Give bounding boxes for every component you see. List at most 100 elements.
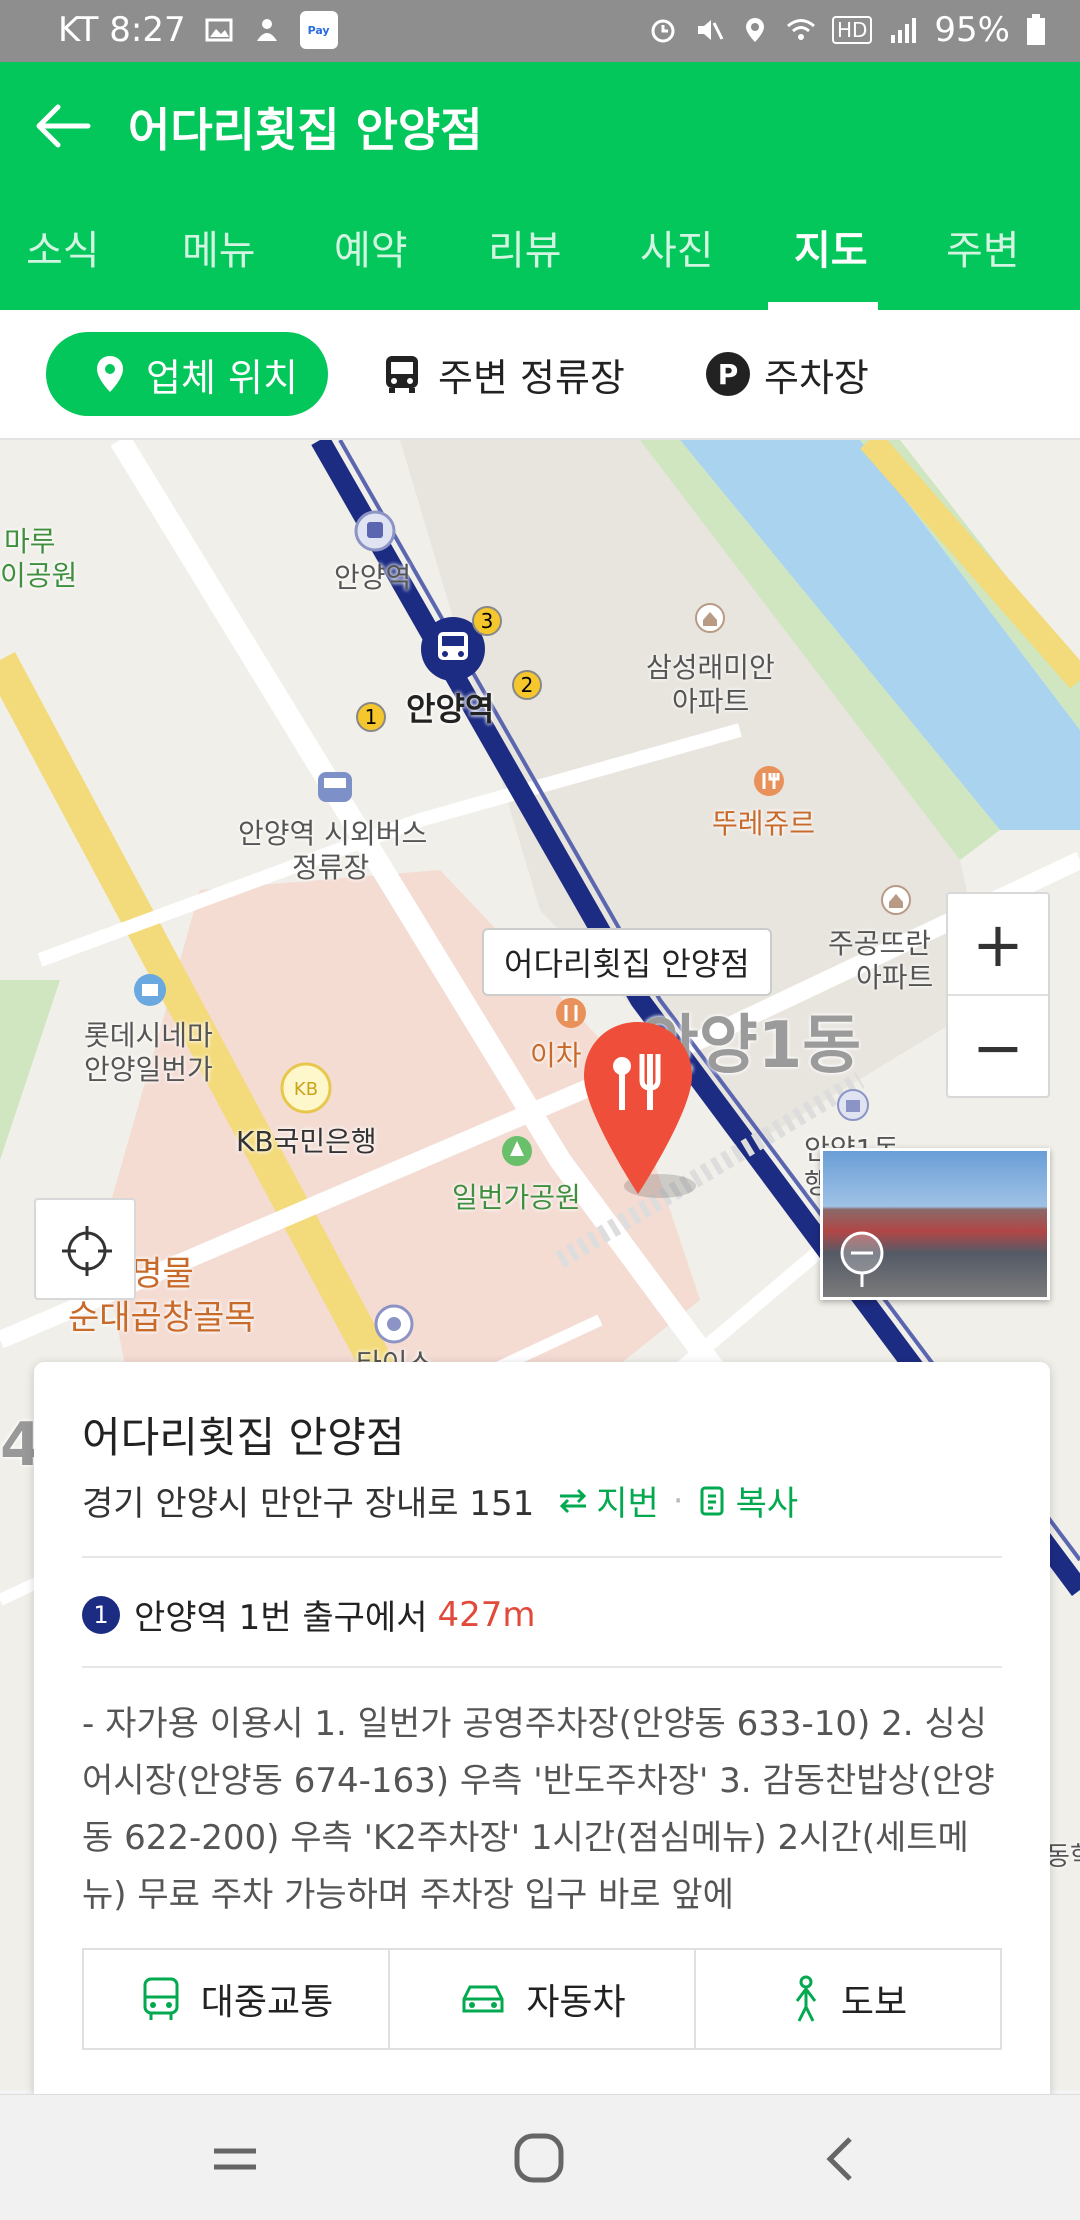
map-label-food-poi: 이차 — [530, 1039, 582, 1072]
parking-chip[interactable]: P 주차장 — [706, 332, 869, 416]
alarm-icon — [651, 19, 675, 43]
tab-photo[interactable]: 사진 — [640, 218, 714, 276]
tab-reservation[interactable]: 예약 — [334, 218, 408, 276]
park-poi-icon — [502, 1136, 532, 1166]
system-navigation-bar — [0, 2094, 1080, 2220]
station-text: 안양역 1번 출구에서 — [134, 1598, 428, 1638]
map-label-kb-bank: KB국민은행 — [236, 1125, 377, 1158]
mute-icon — [697, 20, 724, 40]
map-label-bus-terminal-2: 정류장 — [292, 851, 370, 884]
nearby-stops-label: 주변 정류장 — [438, 355, 625, 400]
map-label-station-top: 안양역 — [334, 561, 412, 594]
wifi-icon — [787, 19, 815, 40]
card-divider-2 — [82, 1666, 1002, 1668]
recent-apps-icon[interactable] — [210, 2139, 260, 2179]
exit-2-marker: 2 — [512, 670, 542, 700]
map-label-apartment-1b: 아파트 — [672, 685, 750, 718]
bus-terminal-icon — [318, 772, 352, 802]
restaurant-pin-icon[interactable] — [580, 1018, 696, 1208]
my-location-button[interactable] — [34, 1198, 136, 1300]
separator-dot: · — [672, 1480, 684, 1521]
page-title: 어다리횟집 안양점 — [128, 103, 483, 157]
copy-label: 복사 — [735, 1484, 799, 1524]
restaurant-poi-icon — [754, 766, 784, 796]
parking-icon: P — [706, 352, 750, 396]
map-label-station-main[interactable]: 안양역 — [406, 684, 494, 730]
apartment-poi-icon — [695, 603, 725, 633]
exit-1-marker: 1 — [356, 702, 386, 732]
jibun-toggle[interactable]: 지번 — [556, 1476, 659, 1525]
tab-nearby[interactable]: 주변 — [946, 218, 1020, 276]
car-label: 자동차 — [526, 1982, 626, 2023]
car-directions-button[interactable]: 자동차 — [390, 1950, 696, 2048]
active-tab-indicator — [768, 302, 878, 310]
bus-icon — [386, 356, 418, 393]
zoom-control: + − — [946, 892, 1050, 1098]
battery-icon — [1027, 14, 1045, 45]
business-location-chip[interactable]: 업체 위치 — [46, 332, 328, 416]
zoom-in-button[interactable]: + — [948, 894, 1048, 996]
walk-directions-button[interactable]: 도보 — [696, 1950, 1000, 2048]
svg-text:KB: KB — [294, 1079, 318, 1100]
street-view-thumbnail[interactable] — [820, 1148, 1050, 1300]
parking-description: - 자가용 이용시 1. 일번가 공영주차장(안양동 633-10) 2. 싱싱… — [82, 1704, 995, 1915]
transit-directions-button[interactable]: 대중교통 — [84, 1950, 390, 2048]
map-label-cinema-2: 안양일번가 — [84, 1053, 213, 1086]
tab-review[interactable]: 리뷰 — [488, 218, 562, 276]
walk-label: 도보 — [840, 1982, 908, 2023]
line-1-badge: 1 — [82, 1595, 120, 1634]
address-text: 경기 안양시 만안구 장내로 151 — [82, 1484, 535, 1524]
tab-bar: 소식 메뉴 예약 리뷰 사진 지도 주변 — [0, 188, 1080, 310]
map-label-edge-right: 동학 — [1046, 1842, 1080, 1872]
jibun-label: 지번 — [596, 1484, 659, 1524]
gallery-icon — [205, 18, 233, 42]
nearby-stops-chip[interactable]: 주변 정류장 — [380, 332, 625, 416]
map-label-park-center: 일번가공원 — [452, 1181, 581, 1214]
back-nav-icon[interactable] — [820, 2133, 860, 2185]
map-label-park-2: 이공원 — [0, 559, 78, 592]
street-view-pin-icon — [840, 1231, 884, 1287]
place-name: 어다리횟집 안양점 — [82, 1413, 405, 1462]
location-pin-icon — [97, 356, 123, 392]
network-badge: HD — [831, 16, 873, 44]
parking-label: 주차장 — [764, 355, 869, 400]
park-area — [0, 980, 60, 1160]
back-arrow-icon[interactable] — [30, 92, 98, 160]
pay-icon: Pay — [299, 11, 338, 49]
battery-percent: 95% — [934, 10, 1010, 50]
tab-menu[interactable]: 메뉴 — [182, 218, 256, 276]
home-icon[interactable] — [512, 2131, 566, 2185]
apartment-poi-icon-2 — [881, 885, 911, 915]
status-bar: KT 8:27 Pay HD 95% — [0, 0, 1080, 62]
crosshair-icon — [62, 1226, 112, 1276]
signal-icon — [891, 18, 917, 43]
location-status-icon — [745, 18, 764, 42]
copy-icon — [700, 1486, 724, 1515]
map-filter-bar: 업체 위치 주변 정류장 P 주차장 — [0, 310, 1080, 440]
map-label-bakery: 뚜레쥬르 — [712, 807, 816, 840]
station-poi-icon — [354, 510, 396, 552]
notification-app-icon — [256, 19, 277, 41]
transit-poi-icon — [374, 1304, 414, 1344]
swap-icon — [560, 1488, 587, 1513]
copy-address-button[interactable]: 복사 — [698, 1476, 799, 1525]
station-distance: 427m — [437, 1594, 536, 1635]
cinema-poi-icon — [134, 974, 166, 1006]
place-info-card: 어다리횟집 안양점 경기 안양시 만안구 장내로 151 지번 · 복사 1 안… — [34, 1362, 1050, 2162]
bank-poi-icon: KB — [280, 1062, 332, 1114]
map-label-apartment-2b: 아파트 — [856, 961, 934, 994]
exit-3-marker: 3 — [472, 606, 502, 636]
directions-bar: 대중교통 자동차 도보 — [82, 1948, 1002, 2050]
tab-news[interactable]: 소식 — [26, 218, 100, 276]
nearest-station-row: 1 안양역 1번 출구에서 427m — [82, 1590, 536, 1639]
zoom-out-button[interactable]: − — [948, 996, 1048, 1098]
card-divider — [82, 1556, 1002, 1558]
transit-icon — [143, 1977, 179, 2020]
transit-label: 대중교통 — [200, 1982, 334, 2023]
business-location-label: 업체 위치 — [146, 355, 298, 400]
tab-map[interactable]: 지도 — [794, 218, 868, 276]
walk-icon — [795, 1975, 817, 2022]
admin-office-icon — [837, 1089, 869, 1121]
pin-callout[interactable]: 어다리횟집 안양점 — [482, 928, 772, 996]
carrier-time: KT 8:27 — [58, 10, 186, 50]
